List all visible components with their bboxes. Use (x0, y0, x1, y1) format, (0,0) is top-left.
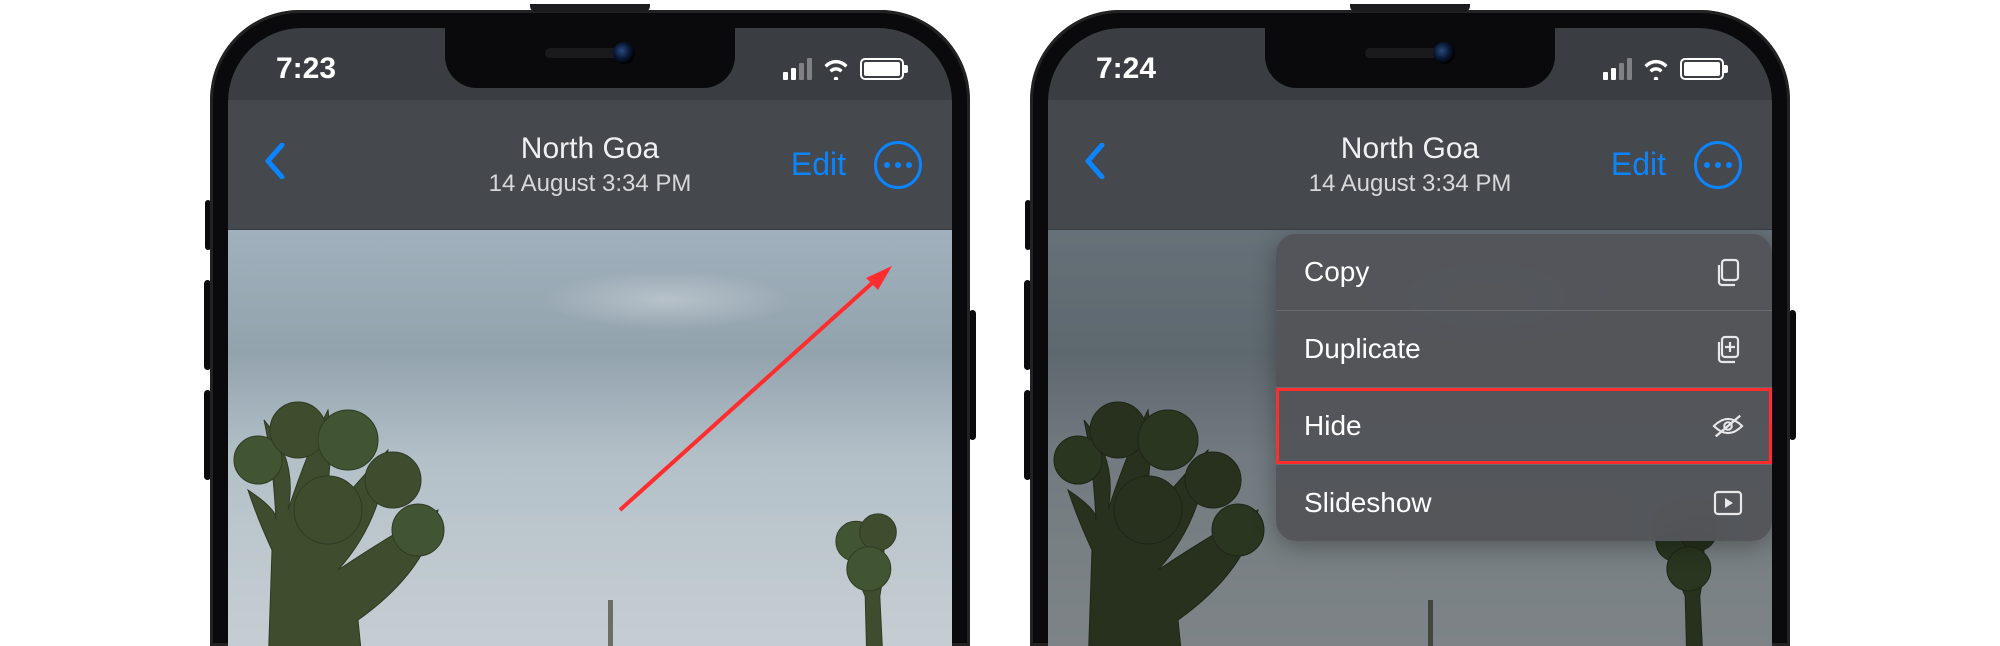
phone-left: 7:23 North Goa (210, 10, 970, 646)
chevron-left-icon (1084, 143, 1106, 179)
nav-bar: North Goa 14 August 3:34 PM Edit (228, 100, 952, 230)
status-icons (783, 58, 904, 80)
actions-menu: Copy Duplicate Hide (1276, 234, 1772, 541)
ellipsis-icon (1704, 162, 1710, 168)
edit-button[interactable]: Edit (791, 146, 846, 183)
slideshow-icon (1712, 487, 1744, 519)
copy-icon (1712, 256, 1744, 288)
nav-title-block: North Goa 14 August 3:34 PM (1309, 132, 1512, 198)
back-button[interactable] (1078, 133, 1112, 197)
menu-item-slideshow[interactable]: Slideshow (1276, 465, 1772, 541)
earpiece-icon (530, 4, 650, 12)
page-title: North Goa (489, 132, 692, 166)
phone-screen: 7:24 North Goa (1048, 28, 1772, 646)
nav-bar: North Goa 14 August 3:34 PM Edit (1048, 100, 1772, 230)
menu-item-duplicate[interactable]: Duplicate (1276, 311, 1772, 388)
nav-title-block: North Goa 14 August 3:34 PM (489, 132, 692, 198)
menu-item-hide[interactable]: Hide (1276, 388, 1772, 465)
chevron-left-icon (264, 143, 286, 179)
notch (445, 28, 735, 88)
status-time: 7:24 (1096, 52, 1156, 86)
more-options-button[interactable] (874, 141, 922, 189)
menu-item-label: Hide (1304, 410, 1362, 442)
cellular-signal-icon (1603, 58, 1632, 80)
more-options-button[interactable] (1694, 141, 1742, 189)
power-button (969, 310, 976, 440)
camera-icon (1433, 42, 1455, 64)
hide-icon (1712, 410, 1744, 442)
edit-button[interactable]: Edit (1611, 146, 1666, 183)
photo-viewer[interactable]: Copy Duplicate Hide (1048, 230, 1772, 646)
menu-item-copy[interactable]: Copy (1276, 234, 1772, 311)
battery-icon (1680, 58, 1724, 80)
menu-item-label: Duplicate (1304, 333, 1421, 365)
earpiece-icon (1350, 4, 1470, 12)
duplicate-icon (1712, 333, 1744, 365)
cellular-signal-icon (783, 58, 812, 80)
ellipsis-icon (884, 162, 890, 168)
photo-timestamp: 14 August 3:34 PM (1309, 170, 1512, 198)
status-icons (1603, 58, 1724, 80)
notch (1265, 28, 1555, 88)
photo-viewer[interactable] (228, 230, 952, 646)
phone-frame: 7:23 North Goa (210, 10, 970, 646)
back-button[interactable] (258, 133, 292, 197)
phone-right: 7:24 North Goa (1030, 10, 1790, 646)
menu-item-label: Slideshow (1304, 487, 1432, 519)
status-time: 7:23 (276, 52, 336, 86)
photo-foliage-icon (812, 468, 922, 646)
phone-frame: 7:24 North Goa (1030, 10, 1790, 646)
battery-icon (860, 58, 904, 80)
power-button (1789, 310, 1796, 440)
menu-item-label: Copy (1304, 256, 1369, 288)
page-title: North Goa (1309, 132, 1512, 166)
wifi-icon (822, 58, 850, 80)
camera-icon (613, 42, 635, 64)
photo-timestamp: 14 August 3:34 PM (489, 170, 692, 198)
wifi-icon (1642, 58, 1670, 80)
photo-foliage-icon (228, 370, 478, 646)
phone-screen: 7:23 North Goa (228, 28, 952, 646)
photo-pole-icon (608, 600, 613, 646)
